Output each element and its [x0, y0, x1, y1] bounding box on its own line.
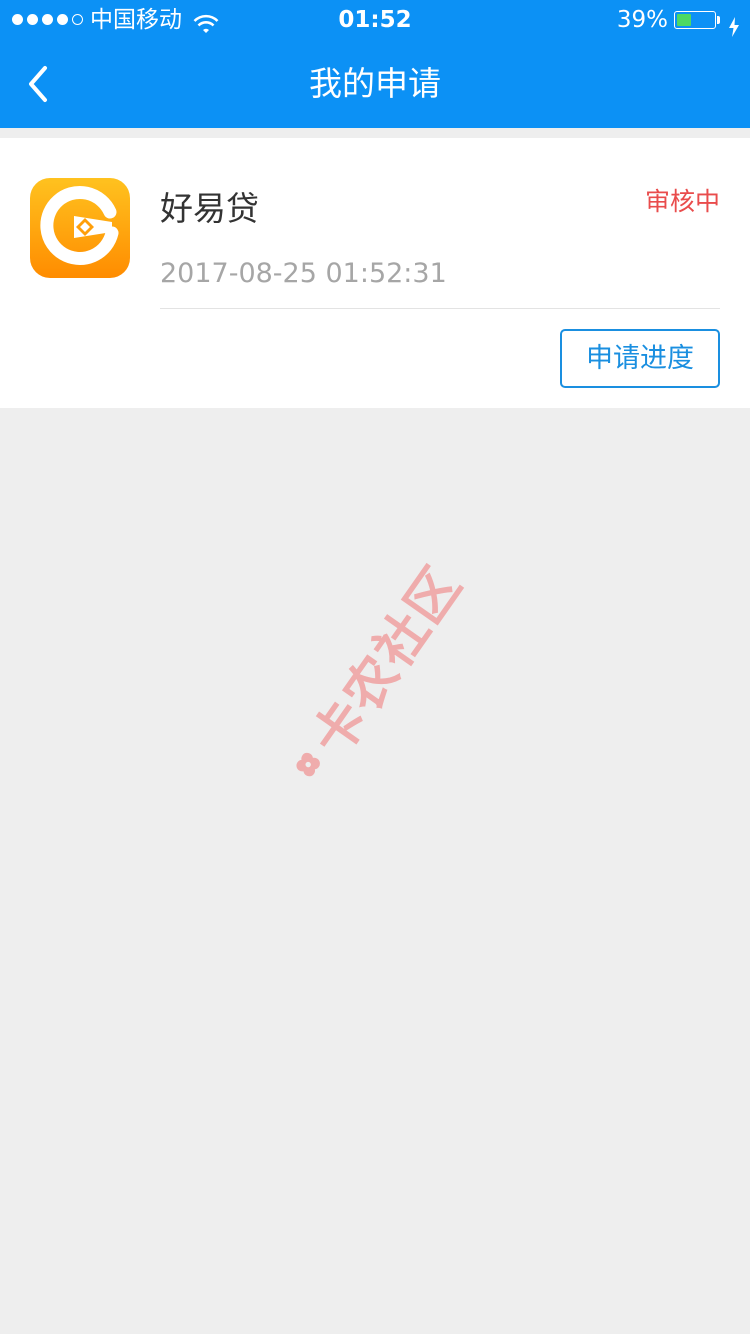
watermark: 卡农社区 — [273, 550, 474, 795]
navigation-bar: 我的申请 — [0, 40, 750, 128]
page-title: 我的申请 — [309, 64, 441, 103]
app-name: 好易贷 — [160, 189, 259, 228]
battery-icon — [674, 11, 716, 29]
application-progress-button[interactable]: 申请进度 — [560, 329, 720, 388]
top-bar: 中国移动 01:52 39% 我的申请 — [0, 0, 750, 128]
application-card: 好易贷 审核中 2017-08-25 01:52:31 申请进度 — [0, 138, 750, 408]
battery-tip — [717, 16, 720, 24]
status-badge: 审核中 — [644, 187, 720, 216]
divider — [160, 308, 720, 309]
status-bar: 中国移动 01:52 39% — [0, 0, 750, 40]
haoyidai-logo-icon — [30, 178, 130, 278]
watermark-text: 卡农社区 — [300, 555, 474, 767]
battery-level — [677, 14, 691, 26]
battery-percent: 39% — [616, 7, 668, 33]
submission-time: 2017-08-25 01:52:31 — [160, 258, 447, 289]
